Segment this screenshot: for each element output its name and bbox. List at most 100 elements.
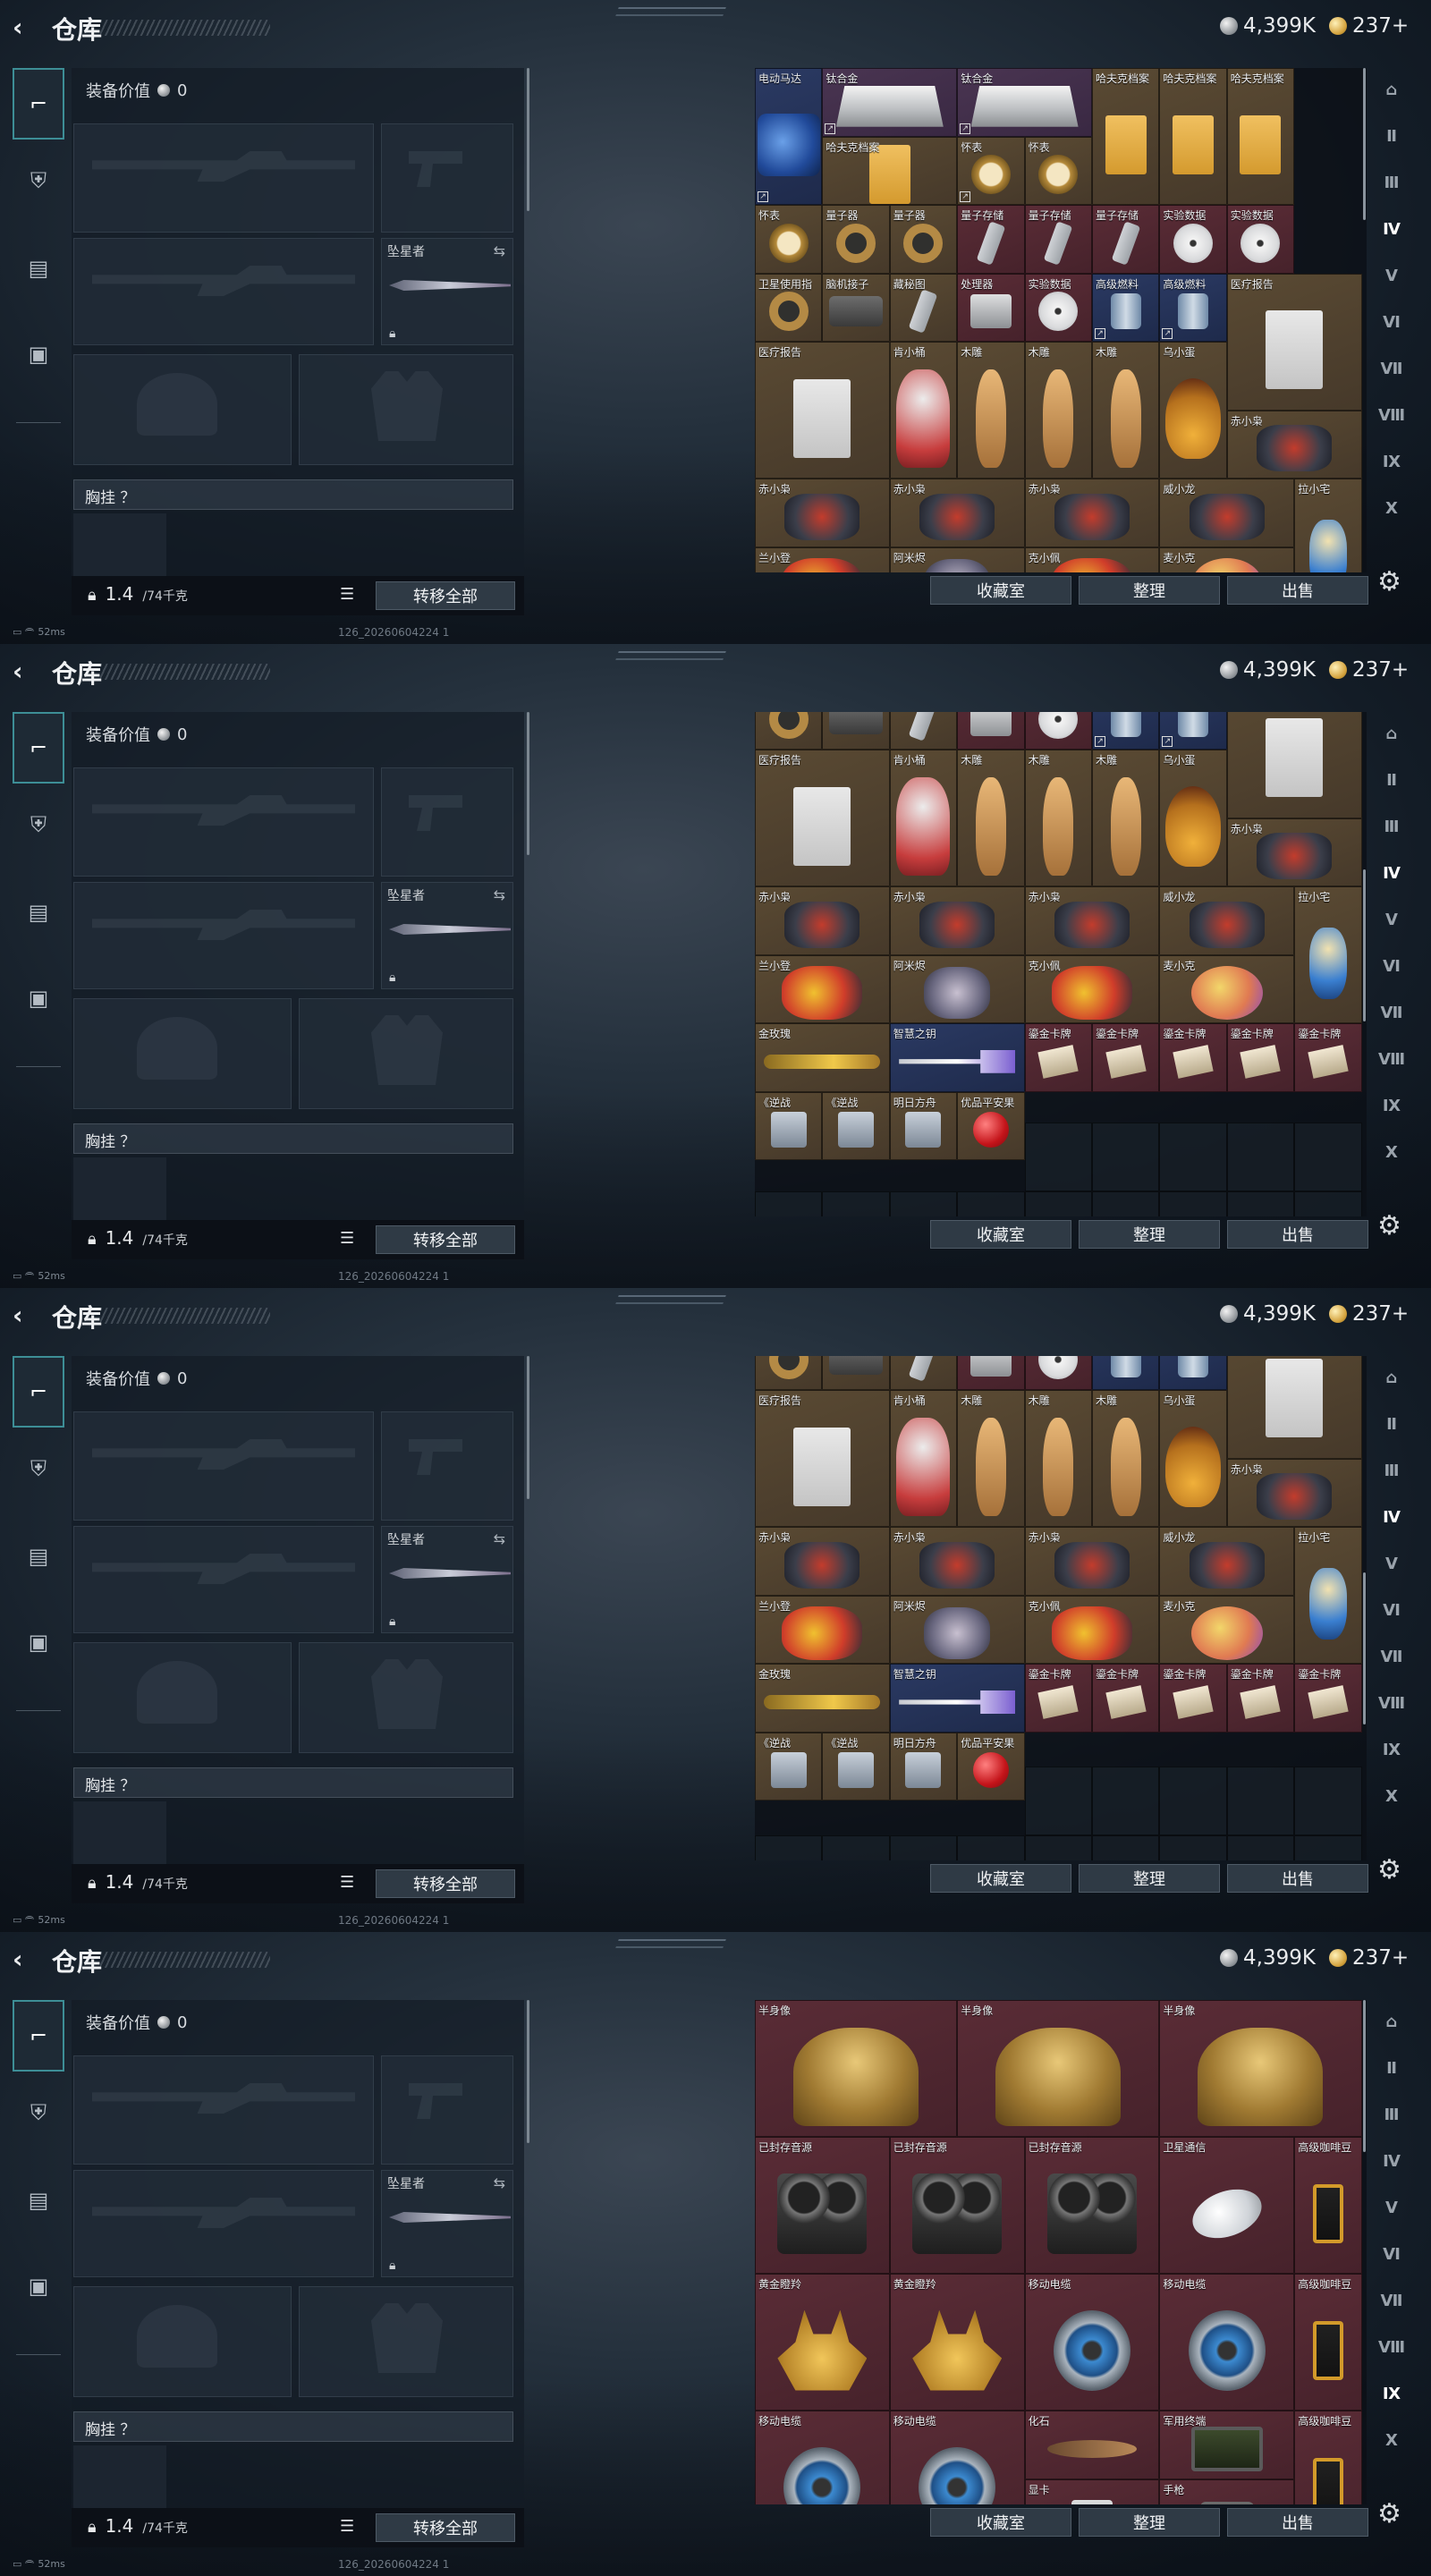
body-armor-slot[interactable] bbox=[299, 2286, 513, 2397]
warehouse-scroll-thumb[interactable] bbox=[1363, 869, 1366, 1021]
warehouse-home-tab[interactable]: ⌂ bbox=[1374, 717, 1410, 750]
gold-currency[interactable]: 237+ bbox=[1329, 1946, 1409, 1970]
warehouse-item[interactable]: 肯小桶 bbox=[889, 750, 958, 887]
warehouse-item[interactable]: 量子存储 bbox=[1092, 205, 1160, 274]
warehouse-page-tab[interactable]: Ⅳ bbox=[1374, 2145, 1410, 2177]
sort-button[interactable]: 整理 bbox=[1079, 1864, 1220, 1893]
warehouse-page-tab[interactable]: Ⅳ bbox=[1374, 213, 1410, 245]
warehouse-item[interactable]: 赤小枭 bbox=[889, 1527, 1025, 1596]
empty-slot[interactable] bbox=[1294, 1835, 1362, 1860]
warehouse-item[interactable]: 鎏金卡牌 bbox=[1294, 1023, 1362, 1092]
empty-slot[interactable] bbox=[889, 1191, 958, 1216]
body-armor-slot[interactable] bbox=[299, 354, 513, 465]
warehouse-item[interactable]: 高级咖啡豆 bbox=[1294, 2411, 1362, 2504]
warehouse-item[interactable]: 高级燃料↗ bbox=[1092, 712, 1160, 750]
warehouse-item[interactable]: 怀表 ↗ bbox=[957, 136, 1025, 205]
warehouse-page-tab[interactable]: Ⅵ bbox=[1374, 1594, 1410, 1626]
empty-slot[interactable] bbox=[1024, 1835, 1092, 1860]
warehouse-page-tab[interactable]: Ⅹ bbox=[1374, 1780, 1410, 1812]
gear-icon[interactable]: ⚙ bbox=[1377, 1854, 1401, 1885]
warehouse-item[interactable]: 已封存音源 bbox=[755, 2137, 890, 2274]
warehouse-item[interactable]: 克小佩 bbox=[1024, 547, 1160, 572]
warehouse-scroll-thumb[interactable] bbox=[1363, 2000, 1366, 2152]
back-arrow-icon[interactable]: ‹ bbox=[13, 14, 39, 41]
warehouse-item[interactable]: 钛合金 ↗ bbox=[957, 68, 1092, 137]
warehouse-item[interactable]: 军用终端 bbox=[1159, 2411, 1295, 2479]
warehouse-item[interactable]: 处理器 bbox=[957, 273, 1025, 342]
secondary-weapon-slot[interactable] bbox=[73, 882, 374, 989]
warehouse-scroll-thumb[interactable] bbox=[1363, 68, 1366, 220]
warehouse-item[interactable]: 肯小桶 bbox=[889, 342, 958, 479]
warehouse-item[interactable]: 高级燃料↗ bbox=[1092, 273, 1160, 342]
empty-slot[interactable] bbox=[1226, 1767, 1295, 1835]
chest-rig-slot[interactable] bbox=[73, 1157, 166, 1220]
warehouse-page-tab[interactable]: Ⅱ bbox=[1374, 120, 1410, 152]
warehouse-item[interactable]: 木雕 bbox=[1024, 342, 1092, 479]
sell-button[interactable]: 出售 bbox=[1227, 1864, 1368, 1893]
warehouse-item[interactable]: 量子器 bbox=[822, 205, 890, 274]
nav-weapons-tab[interactable]: ⌐ bbox=[13, 68, 64, 140]
warehouse-item[interactable]: 医疗报告 bbox=[1226, 273, 1362, 411]
warehouse-scrollbar[interactable] bbox=[1363, 712, 1366, 1213]
warehouse-page-tab[interactable]: Ⅵ bbox=[1374, 306, 1410, 338]
warehouse-item[interactable]: 兰小登 bbox=[755, 547, 890, 572]
warehouse-page-tab[interactable]: Ⅶ bbox=[1374, 996, 1410, 1029]
warehouse-item[interactable]: 鎏金卡牌 bbox=[1024, 1664, 1092, 1733]
transfer-all-button[interactable]: 转移全部 bbox=[376, 1869, 515, 1898]
sort-button[interactable]: 整理 bbox=[1079, 1220, 1220, 1249]
empty-slot[interactable] bbox=[1159, 1835, 1227, 1860]
warehouse-page-tab[interactable]: Ⅴ bbox=[1374, 259, 1410, 292]
warehouse-item[interactable]: 克小佩 bbox=[1024, 954, 1160, 1024]
warehouse-item[interactable]: 木雕 bbox=[957, 342, 1025, 479]
transfer-all-button[interactable]: 转移全部 bbox=[376, 581, 515, 610]
warehouse-item[interactable]: 木雕 bbox=[957, 1390, 1025, 1528]
list-icon[interactable]: ☰ bbox=[340, 1229, 354, 1248]
warehouse-item[interactable]: 鎏金卡牌 bbox=[1159, 1023, 1227, 1092]
warehouse-item[interactable]: 木雕 bbox=[1024, 1390, 1092, 1528]
warehouse-item[interactable]: 麦小克 bbox=[1159, 547, 1295, 572]
warehouse-item[interactable]: 量子存储 bbox=[957, 205, 1025, 274]
warehouse-item[interactable]: 赤小枭 bbox=[1024, 886, 1160, 955]
nav-armor-tab[interactable]: ⛨ bbox=[13, 2077, 64, 2148]
collection-room-button[interactable]: 收藏室 bbox=[930, 1864, 1071, 1893]
warehouse-item[interactable]: 哈夫克档案 bbox=[1092, 68, 1160, 205]
warehouse-item[interactable]: 移动电缆 bbox=[755, 2411, 890, 2504]
chest-rig-slot[interactable] bbox=[73, 1801, 166, 1864]
gear-icon[interactable]: ⚙ bbox=[1377, 2498, 1401, 2529]
pistol-slot[interactable] bbox=[381, 123, 513, 233]
warehouse-item[interactable]: 鎏金卡牌 bbox=[1226, 1664, 1295, 1733]
warehouse-item[interactable]: 高级燃料 bbox=[1092, 1356, 1160, 1391]
warehouse-item[interactable]: 半身像 bbox=[957, 2000, 1160, 2137]
warehouse-item[interactable]: 木雕 bbox=[1024, 750, 1092, 887]
warehouse-page-tab[interactable]: Ⅲ bbox=[1374, 2098, 1410, 2131]
warehouse-item[interactable]: 黄金瞪羚 bbox=[889, 2274, 1025, 2411]
warehouse-item[interactable]: 高级燃料↗ bbox=[1159, 712, 1227, 750]
warehouse-item[interactable]: 半身像 bbox=[755, 2000, 958, 2137]
warehouse-item[interactable]: 半身像 bbox=[1159, 2000, 1362, 2137]
warehouse-item[interactable]: 鎏金卡牌 bbox=[1092, 1664, 1160, 1733]
warehouse-item[interactable]: 哈夫克档案 bbox=[1159, 68, 1227, 205]
empty-slot[interactable] bbox=[1092, 1191, 1160, 1216]
warehouse-item[interactable]: 明日方舟 bbox=[889, 1091, 958, 1161]
swap-icon[interactable]: ⇆ bbox=[494, 2174, 505, 2191]
pistol-slot[interactable] bbox=[381, 1411, 513, 1521]
warehouse-page-tab[interactable]: Ⅸ bbox=[1374, 2377, 1410, 2410]
empty-slot[interactable] bbox=[1159, 1767, 1227, 1835]
swap-icon[interactable]: ⇆ bbox=[494, 1530, 505, 1547]
empty-slot[interactable] bbox=[1294, 1767, 1362, 1835]
sell-button[interactable]: 出售 bbox=[1227, 576, 1368, 605]
sort-button[interactable]: 整理 bbox=[1079, 576, 1220, 605]
nav-case-tab[interactable]: ▣ bbox=[13, 318, 64, 390]
melee-slot[interactable]: 坠星者 ⇆ 🔒︎ bbox=[381, 882, 513, 989]
empty-slot[interactable] bbox=[1159, 1123, 1227, 1191]
swap-icon[interactable]: ⇆ bbox=[494, 886, 505, 903]
warehouse-page-tab[interactable]: Ⅷ bbox=[1374, 399, 1410, 431]
warehouse-item[interactable]: 实验数据 bbox=[1024, 273, 1092, 342]
warehouse-item[interactable]: 木雕 bbox=[1092, 1390, 1160, 1528]
warehouse-item[interactable]: 智慧之钥 bbox=[889, 1023, 1025, 1092]
equipment-scrollbar[interactable] bbox=[527, 2000, 529, 2143]
warehouse-item[interactable]: 木雕 bbox=[1092, 750, 1160, 887]
warehouse-item[interactable]: 阿米烬 bbox=[889, 1595, 1025, 1665]
warehouse-item[interactable]: 化石 bbox=[1024, 2411, 1160, 2479]
warehouse-page-tab[interactable]: Ⅲ bbox=[1374, 810, 1410, 843]
